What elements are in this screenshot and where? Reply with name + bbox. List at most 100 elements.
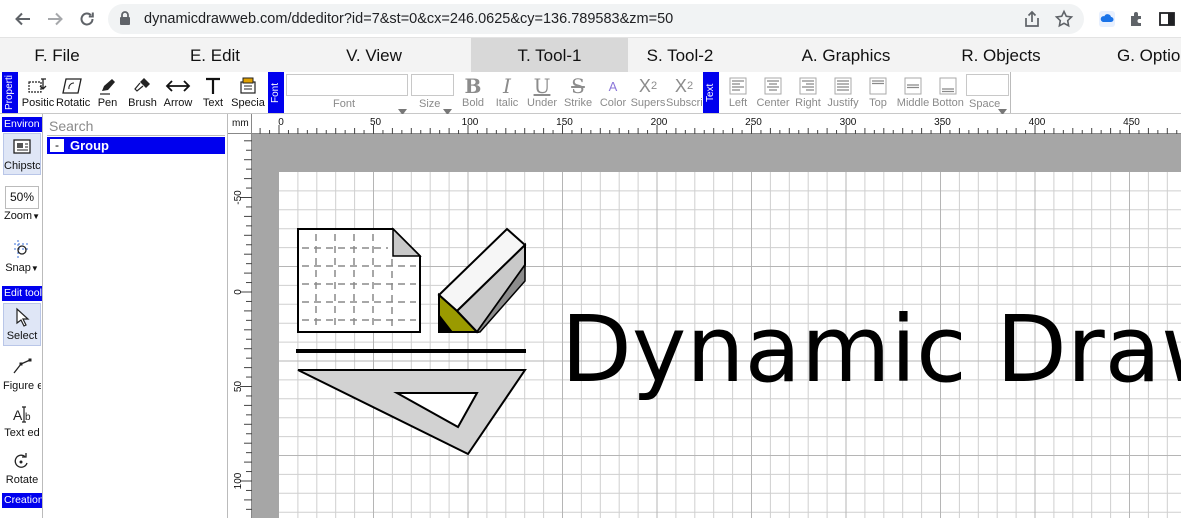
h-ruler-label: 350 bbox=[934, 117, 951, 128]
figure-edit-tool[interactable]: Figure e bbox=[3, 354, 41, 394]
ribbon-divider bbox=[1010, 72, 1011, 113]
edit-tool-header: Edit tool bbox=[2, 286, 42, 301]
object-tree-panel: - Group bbox=[43, 114, 228, 518]
lock-icon bbox=[119, 11, 131, 31]
url-text: dynamicdrawweb.com/ddeditor?id=7&st=0&cx… bbox=[144, 11, 674, 27]
valign-middle-button[interactable]: Middle bbox=[895, 72, 931, 113]
side-panel-icon[interactable] bbox=[1156, 8, 1178, 30]
share-icon[interactable] bbox=[1022, 9, 1042, 34]
font-name-input[interactable] bbox=[286, 74, 408, 96]
align-center-button[interactable]: Center bbox=[755, 72, 791, 113]
font-tab-label: Font bbox=[268, 72, 284, 113]
app-menubar: F. File E. Edit V. View T. Tool-1 S. Too… bbox=[0, 38, 1181, 72]
drawing-canvas[interactable]: 0 50 100 150 200 250 300 350 400 450 -50 0 50 100 mm bbox=[228, 114, 1181, 518]
strike-icon: S bbox=[571, 74, 585, 98]
v-ruler-label: -50 bbox=[233, 190, 244, 205]
v-ruler-label: 50 bbox=[233, 381, 244, 393]
valign-bottom-button[interactable]: Botton bbox=[931, 72, 965, 113]
figure-edit-icon bbox=[3, 354, 41, 380]
v-ruler-label: 100 bbox=[233, 472, 244, 489]
special-tool[interactable]: Specia bbox=[230, 72, 266, 113]
snap-tool[interactable]: Snap▼ bbox=[3, 236, 41, 276]
italic-icon: I bbox=[503, 74, 511, 98]
h-ruler-label: 0 bbox=[278, 117, 284, 128]
ribbon-toolbar: Properti Positic Rotatic Pen Brush Arrow… bbox=[0, 72, 1181, 115]
back-icon[interactable] bbox=[10, 6, 36, 32]
justify-icon bbox=[825, 75, 861, 97]
zoom-dropdown-icon: ▼ bbox=[32, 212, 41, 221]
color-button[interactable]: A Color bbox=[596, 72, 630, 113]
subscript-button[interactable]: X2 Subscri bbox=[666, 72, 702, 113]
menu-objects[interactable]: R. Objects bbox=[944, 38, 1058, 72]
brush-tool[interactable]: Brush bbox=[125, 72, 160, 113]
position-icon bbox=[20, 75, 56, 97]
forward-icon[interactable] bbox=[42, 6, 68, 32]
menu-view[interactable]: V. View bbox=[316, 38, 432, 72]
extensions-puzzle-icon[interactable] bbox=[1126, 8, 1148, 30]
select-tool[interactable]: Select bbox=[3, 303, 41, 346]
paper-sheet-icon bbox=[297, 227, 422, 333]
italic-button[interactable]: I Italic bbox=[490, 72, 524, 113]
snap-icon bbox=[3, 236, 41, 262]
chipstock-icon bbox=[4, 134, 40, 160]
menu-tool-1[interactable]: T. Tool-1 bbox=[471, 38, 628, 72]
menu-option[interactable]: G. Option bbox=[1100, 38, 1181, 72]
menu-graphics[interactable]: A. Graphics bbox=[788, 38, 904, 72]
bold-button[interactable]: B Bold bbox=[456, 72, 490, 113]
bookmark-star-icon[interactable] bbox=[1054, 9, 1074, 34]
pen-tool[interactable]: Pen bbox=[90, 72, 125, 113]
rotation-tool[interactable]: Rotatic bbox=[56, 72, 90, 113]
rotation-icon bbox=[56, 75, 90, 97]
logo-text: Dynamic Draw bbox=[561, 296, 1181, 403]
text-tool[interactable]: Text bbox=[196, 72, 230, 113]
align-left-button[interactable]: Left bbox=[721, 72, 755, 113]
address-bar[interactable]: dynamicdrawweb.com/ddeditor?id=7&st=0&cx… bbox=[108, 4, 1084, 34]
align-left-icon bbox=[721, 75, 755, 97]
arrow-tool[interactable]: Arrow bbox=[160, 72, 196, 113]
reload-icon[interactable] bbox=[74, 6, 100, 32]
valign-top-button[interactable]: Top bbox=[861, 72, 895, 113]
h-ruler-label: 250 bbox=[745, 117, 762, 128]
h-ruler-label: 200 bbox=[651, 117, 668, 128]
brush-icon bbox=[125, 75, 160, 97]
rotate-tool[interactable]: Rotate bbox=[3, 448, 41, 488]
justify-button[interactable]: Justify bbox=[825, 72, 861, 113]
valign-top-icon bbox=[861, 75, 895, 97]
valign-middle-icon bbox=[895, 75, 931, 97]
bold-icon: B bbox=[464, 74, 482, 98]
underline-button[interactable]: U Under bbox=[524, 72, 560, 113]
zoom-menu[interactable]: Zoom▼ bbox=[3, 210, 41, 226]
vertical-ruler bbox=[228, 114, 252, 518]
canvas-svg: 0 50 100 150 200 250 300 350 400 450 -50 0 50 100 mm bbox=[228, 114, 1181, 518]
menu-tool-2[interactable]: S. Tool-2 bbox=[628, 38, 732, 72]
menu-edit[interactable]: E. Edit bbox=[158, 38, 272, 72]
zoom-input[interactable]: 50% bbox=[5, 186, 39, 209]
text-edit-tool[interactable]: Ab Text ed bbox=[3, 401, 41, 441]
collapse-toggle[interactable]: - bbox=[50, 139, 64, 152]
tree-search-input[interactable] bbox=[47, 117, 225, 136]
chipstock-tool[interactable]: Chipstc bbox=[3, 133, 41, 175]
cloud-extension-icon[interactable] bbox=[1096, 8, 1118, 30]
strike-button[interactable]: S Strike bbox=[560, 72, 596, 113]
left-tool-column: Environ Chipstc 50% Zoom▼ Snap▼ Edit too… bbox=[0, 114, 43, 518]
h-ruler-label: 50 bbox=[370, 117, 382, 128]
v-ruler-label: 0 bbox=[233, 289, 244, 295]
space-label: Space bbox=[969, 98, 1001, 110]
superscript-button[interactable]: X2 Supers bbox=[630, 72, 666, 113]
align-right-button[interactable]: Right bbox=[791, 72, 825, 113]
menu-file[interactable]: F. File bbox=[0, 38, 114, 72]
tree-node-group[interactable]: - Group bbox=[47, 137, 225, 154]
double-arrow-icon bbox=[160, 75, 196, 97]
text-t-icon bbox=[196, 75, 230, 97]
tree-node-label: Group bbox=[70, 138, 109, 153]
subscript-icon: X2 bbox=[674, 75, 694, 96]
ruler-unit: mm bbox=[232, 118, 249, 129]
environment-header: Environ bbox=[2, 117, 42, 132]
font-size-input[interactable] bbox=[411, 74, 454, 96]
line-spacing-input[interactable] bbox=[966, 74, 1009, 96]
h-ruler-label: 300 bbox=[840, 117, 857, 128]
position-tool[interactable]: Positic bbox=[20, 72, 56, 113]
svg-text:b: b bbox=[25, 412, 31, 423]
pen-icon bbox=[90, 75, 125, 97]
h-ruler-label: 400 bbox=[1029, 117, 1046, 128]
